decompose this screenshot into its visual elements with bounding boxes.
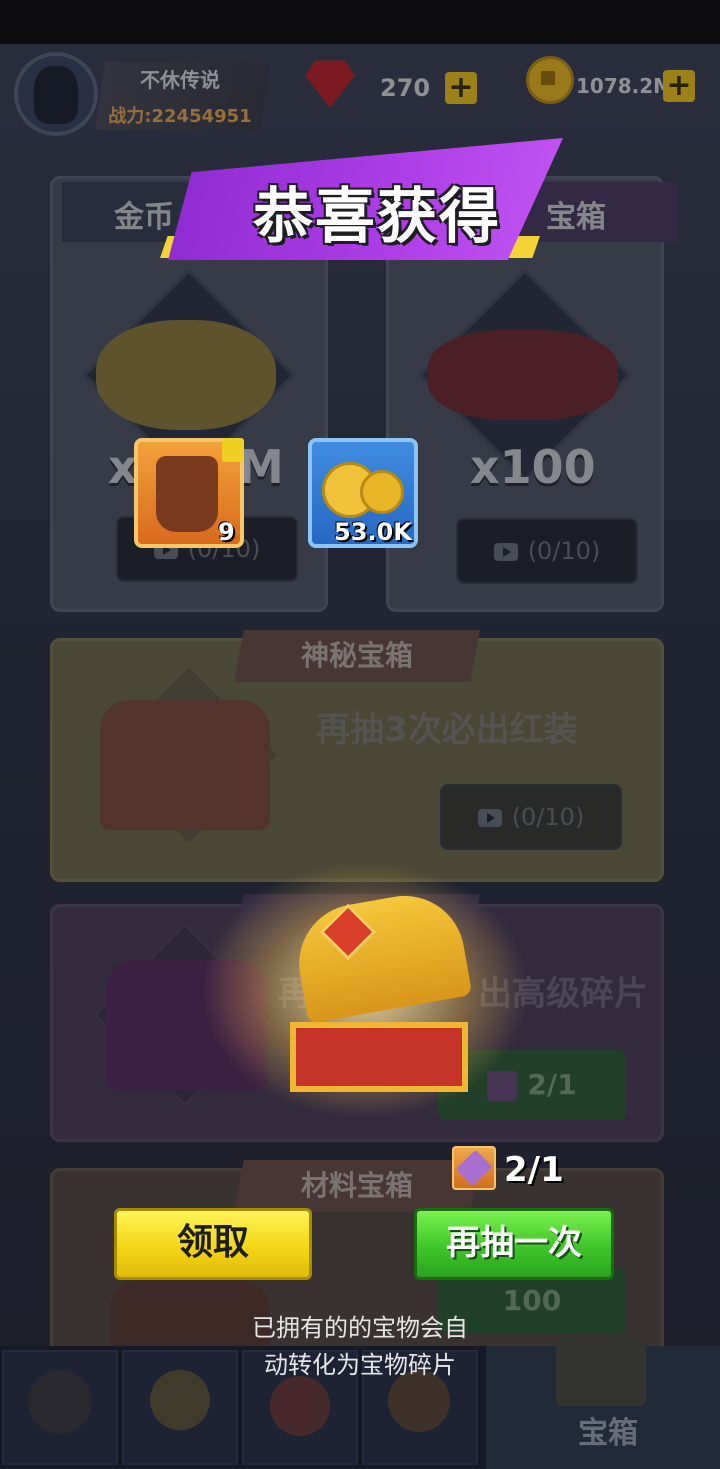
key-count: 2/1 (504, 1150, 564, 1190)
note-line-1: 已拥有的的宝物会自 (252, 1314, 468, 1342)
reward-lantern-qty: 9 (218, 518, 235, 546)
lantern-icon (156, 456, 218, 532)
status-bar (0, 0, 720, 44)
note-line-2: 动转化为宝物碎片 (264, 1351, 456, 1379)
puzzle-piece-icon (222, 438, 244, 462)
coins-icon-stack (360, 470, 404, 514)
claim-button[interactable]: 领取 (114, 1208, 312, 1280)
reward-title: 恭喜获得 (253, 182, 501, 252)
opened-chest-icon (290, 1022, 468, 1092)
draw-again-button[interactable]: 再抽一次 (414, 1208, 614, 1280)
reward-coins-qty: 53.0K (334, 518, 412, 546)
